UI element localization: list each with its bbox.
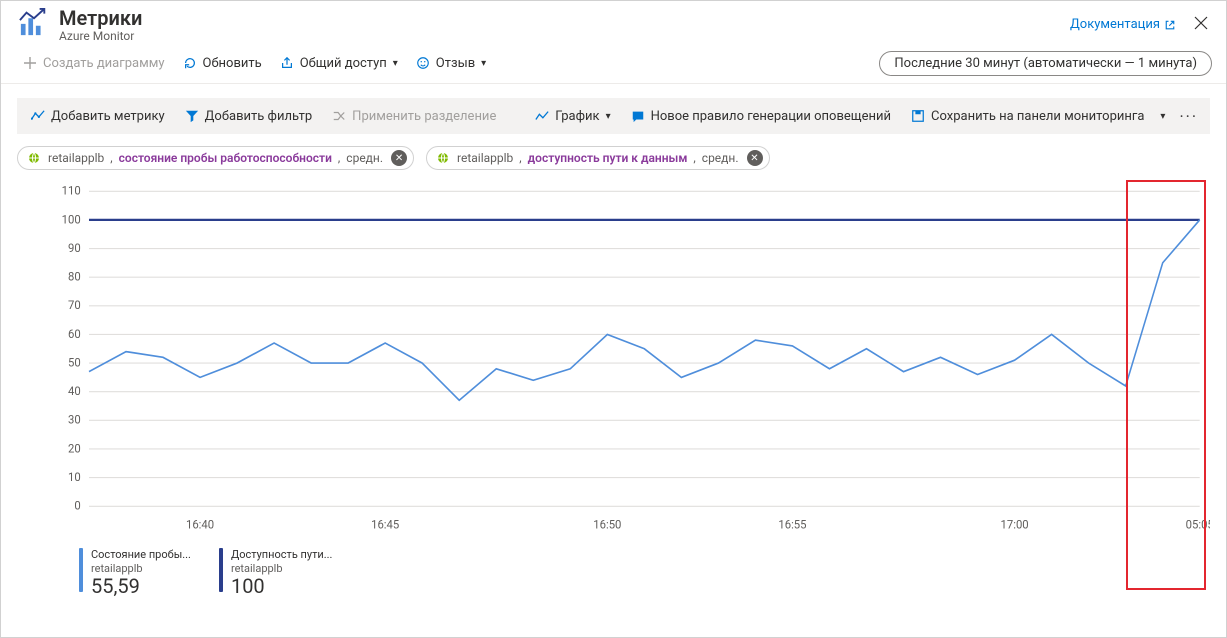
new-chart-button[interactable]: Создать диаграмму [15,49,173,77]
page-subtitle: Azure Monitor [59,29,1070,43]
new-chart-label: Создать диаграмму [43,56,165,71]
close-button[interactable] [1190,11,1212,38]
share-button[interactable]: Общий доступ ▾ [272,49,406,77]
ellipsis-icon: ··· [1179,107,1198,126]
external-link-icon [1164,19,1176,31]
filter-icon [185,109,199,123]
split-icon [332,109,346,123]
svg-text:10: 10 [68,470,81,485]
new-alert-rule-button[interactable]: Новое правило генерации оповещений [623,102,899,130]
svg-text:70: 70 [68,298,81,313]
pill-resource: retailapplb [457,151,513,165]
plus-icon [23,56,37,70]
legend-title: Доступность пути... [231,548,332,561]
legend-item[interactable]: Состояние пробы... retailapplb 55,59 [79,548,191,596]
line-chart[interactable]: 0 10 20 30 40 50 60 70 80 90 100 110 16:40 16:45 16:50… [17,180,1210,540]
documentation-link-label: Документация [1070,17,1160,32]
pill-resource: retailapplb [48,151,104,165]
svg-text:110: 110 [62,183,81,198]
svg-text:16:55: 16:55 [778,517,806,532]
refresh-label: Обновить [203,56,262,71]
pill-aggregation: средн. [702,151,739,165]
metric-pills: retailapplb, состояние пробы работоспосо… [17,134,1210,180]
share-icon [280,56,294,70]
svg-text:100: 100 [62,212,81,227]
pin-dashboard-button[interactable]: Сохранить на панели мониторинга [903,102,1152,130]
share-label: Общий доступ [300,56,387,71]
add-metric-button[interactable]: Добавить метрику [23,102,173,130]
remove-pill-button[interactable]: ✕ [391,150,407,166]
svg-text:90: 90 [68,240,81,255]
time-range-picker[interactable]: Последние 30 минут (автоматически — 1 ми… [879,51,1212,76]
add-filter-label: Добавить фильтр [205,109,313,124]
apply-splitting-button[interactable]: Применить разделение [324,102,504,130]
chart-toolbar: Добавить метрику Добавить фильтр Примени… [17,98,1210,134]
resource-icon [435,150,451,166]
svg-text:80: 80 [68,269,81,284]
pill-metric: доступность пути к данным [528,151,688,165]
svg-text:16:40: 16:40 [186,517,214,532]
legend-color-swatch [219,548,223,592]
new-alert-rule-label: Новое правило генерации оповещений [651,109,891,124]
chevron-down-icon: ▾ [1160,111,1165,122]
close-icon [1194,16,1208,30]
chart-area: 0 10 20 30 40 50 60 70 80 90 100 110 16:40 16:45 16:50… [17,180,1210,621]
svg-text:60: 60 [68,326,81,341]
svg-text:17:00: 17:00 [1001,517,1029,532]
svg-text:20: 20 [68,441,81,456]
pill-aggregation: средн. [346,151,383,165]
chart-type-dropdown[interactable]: График ▾ [527,102,618,130]
refresh-icon [183,56,197,70]
pin-dashboard-more[interactable]: ▾ [1156,102,1169,130]
apply-splitting-label: Применить разделение [352,109,496,124]
refresh-button[interactable]: Обновить [175,49,270,77]
svg-text:16:50: 16:50 [593,517,621,532]
svg-text:05:05: 05:05 [1186,517,1210,532]
chevron-down-icon: ▾ [393,58,398,69]
metric-pill[interactable]: retailapplb, доступность пути к данным, … [426,146,769,170]
svg-text:50: 50 [68,355,81,370]
time-range-label: Последние 30 минут (автоматически — 1 ми… [894,56,1197,71]
metrics-icon [19,7,49,41]
metric-pill[interactable]: retailapplb, состояние пробы работоспосо… [17,146,414,170]
legend-title: Состояние пробы... [91,548,191,561]
remove-pill-button[interactable]: ✕ [747,150,763,166]
svg-text:30: 30 [68,412,81,427]
command-bar: Создать диаграмму Обновить Общий доступ … [1,45,1226,84]
chart-legend: Состояние пробы... retailapplb 55,59 Дос… [17,540,1210,596]
documentation-link[interactable]: Документация [1070,17,1176,32]
legend-value: 55,59 [91,576,191,596]
chevron-down-icon: ▾ [606,111,611,122]
add-metric-label: Добавить метрику [51,109,165,124]
add-filter-button[interactable]: Добавить фильтр [177,102,321,130]
chevron-down-icon: ▾ [481,58,486,69]
alert-icon [631,109,645,123]
smiley-icon [416,56,430,70]
legend-item[interactable]: Доступность пути... retailapplb 100 [219,548,332,596]
feedback-button[interactable]: Отзыв ▾ [408,49,494,77]
more-options-button[interactable]: ··· [1173,103,1204,130]
svg-text:0: 0 [74,498,80,513]
resource-icon [26,150,42,166]
legend-color-swatch [79,548,83,592]
line-chart-icon [535,109,549,123]
feedback-label: Отзыв [436,56,475,71]
svg-text:16:45: 16:45 [371,517,399,532]
pill-metric: состояние пробы работоспособности [119,151,332,165]
save-dashboard-icon [911,109,925,123]
pin-dashboard-label: Сохранить на панели мониторинга [931,109,1144,124]
chart-type-label: График [555,109,599,124]
add-metric-icon [31,109,45,123]
page-title: Метрики [59,7,1070,29]
legend-value: 100 [231,576,332,596]
svg-text:40: 40 [68,384,81,399]
